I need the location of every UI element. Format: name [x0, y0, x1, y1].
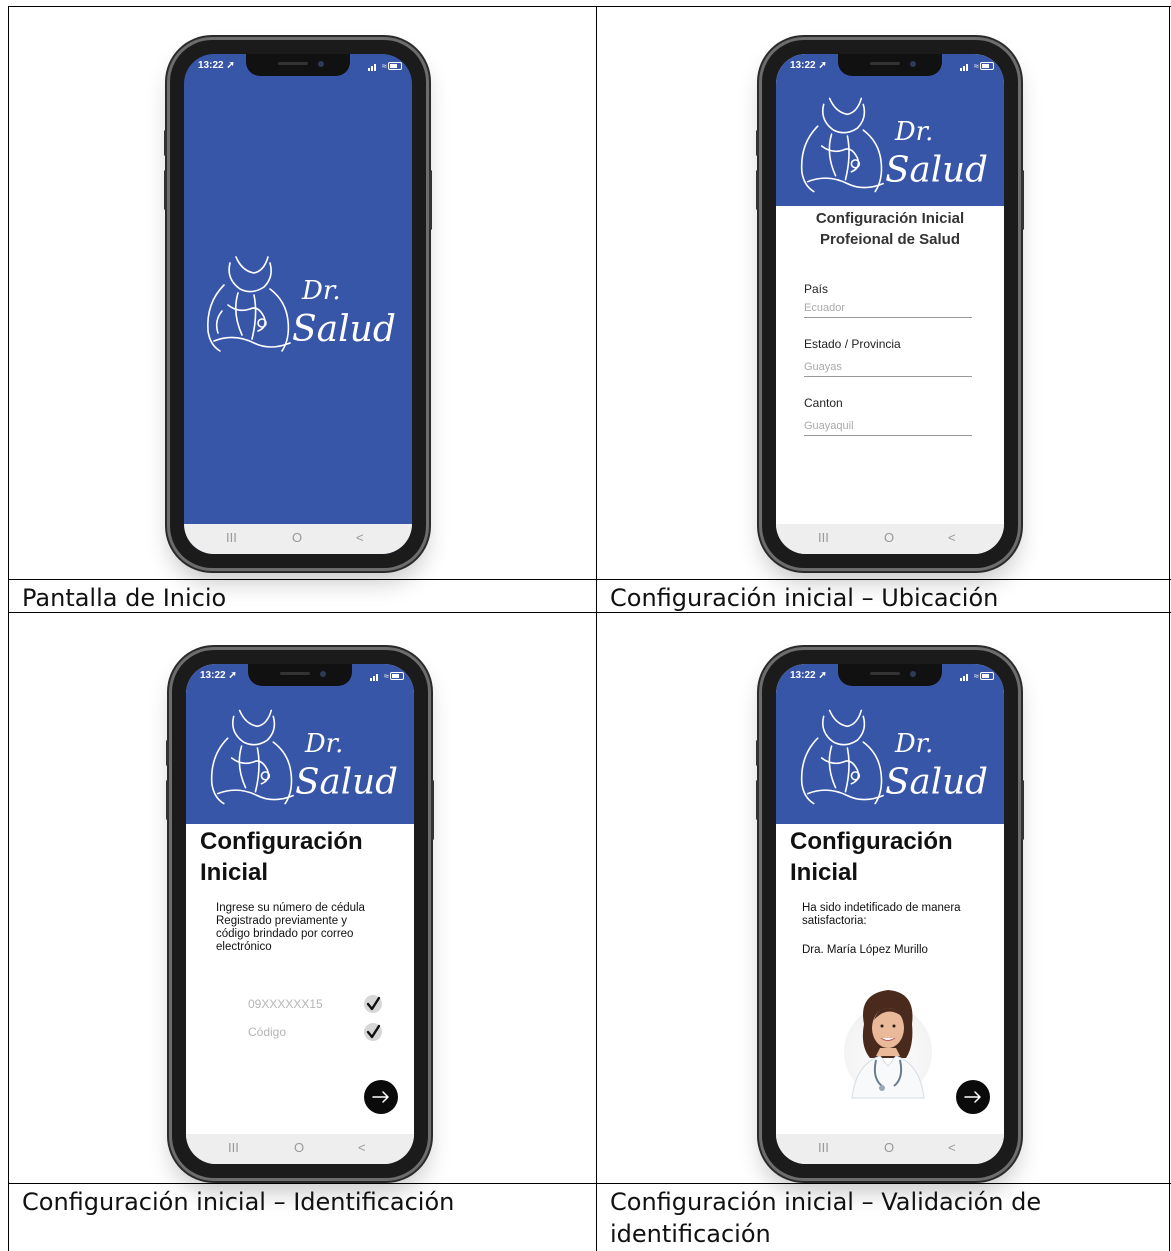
logo-dr: Dr.	[894, 117, 933, 147]
android-nav-bar: III O <	[776, 524, 1004, 554]
back-button[interactable]: <	[358, 1140, 366, 1155]
phone-splash: 13:22 ➚ ≈ Dr. Salud III O <	[164, 40, 432, 568]
home-button[interactable]: O	[884, 1140, 894, 1155]
success-line1: Ha sido indetificado de manera	[802, 902, 961, 914]
state-label: Estado / Provincia	[804, 337, 901, 351]
page-title-line1: Configuración	[790, 828, 953, 855]
back-button[interactable]: <	[948, 530, 956, 545]
instructions-line4: electrónico	[216, 941, 272, 953]
phone-validation: Dr. Salud 13:22 ➚ ≈ Configuración Inicia…	[756, 650, 1024, 1178]
form-title-line2: Profeional de Salud	[819, 231, 961, 248]
home-button[interactable]: O	[294, 1140, 304, 1155]
check-icon	[364, 995, 382, 1013]
back-button[interactable]: <	[948, 1140, 956, 1155]
instructions-line3: código brindado por correo	[216, 928, 354, 940]
logo-dr: Dr.	[304, 729, 343, 759]
android-nav-bar: III O <	[186, 1134, 414, 1164]
dr-salud-logo: Dr. Salud	[210, 709, 398, 805]
recent-apps-button[interactable]: III	[226, 530, 237, 545]
success-line2: satisfactoria:	[802, 915, 867, 927]
android-nav-bar: III O <	[776, 1134, 1004, 1164]
instructions-line2: Registrado previamente y	[216, 915, 348, 927]
id-number-input[interactable]: 09XXXXXX15	[248, 997, 323, 1011]
dr-salud-logo: Dr. Salud	[800, 97, 988, 193]
battery-icon	[980, 62, 994, 70]
grid-line-right	[1169, 6, 1170, 1251]
grid-line-top	[8, 6, 1171, 7]
state-input[interactable]: Guayas	[804, 361, 842, 373]
dr-salud-logo: Dr. Salud	[207, 256, 396, 352]
grid-line-mid3	[8, 1183, 1171, 1184]
logo-salud: Salud	[295, 762, 398, 803]
page-title-line2: Inicial	[200, 859, 269, 886]
phone-identification: Dr. Salud 13:22 ➚ ≈ Configuración Inicia…	[166, 650, 434, 1178]
android-nav-bar: III O <	[184, 524, 412, 554]
instructions-line1: Ingrese su número de cédula	[216, 902, 365, 914]
home-button[interactable]: O	[884, 530, 894, 545]
caption-validation-line1: Configuración inicial – Validación de	[610, 1188, 1042, 1216]
status-time: 13:22 ➚	[198, 60, 235, 71]
wifi-icon: ≈	[382, 61, 387, 71]
location-screen: Dr. Salud 13:22 ➚ ≈ Configuración Inicia…	[776, 54, 1004, 554]
status-icons: ≈	[368, 61, 402, 71]
logo-dr: Dr.	[301, 276, 341, 306]
logo-salud: Salud	[292, 309, 396, 350]
canton-input[interactable]: Guayaquil	[804, 420, 854, 432]
state-underline	[804, 376, 972, 377]
splash-screen: 13:22 ➚ ≈ Dr. Salud III O <	[184, 54, 412, 554]
grid-line-left	[8, 6, 9, 1251]
phone-location: Dr. Salud 13:22 ➚ ≈ Configuración Inicia…	[756, 40, 1024, 568]
recent-apps-button[interactable]: III	[818, 1140, 829, 1155]
arrow-right-icon	[372, 1091, 389, 1103]
grid-line-mid1	[8, 579, 1171, 580]
identification-screen: Dr. Salud 13:22 ➚ ≈ Configuración Inicia…	[186, 664, 414, 1164]
caption-splash: Pantalla de Inicio	[22, 584, 227, 612]
doctor-photo	[844, 990, 932, 1099]
logo-salud: Salud	[885, 150, 988, 191]
code-input[interactable]: Código	[248, 1025, 286, 1039]
validation-screen: Dr. Salud 13:22 ➚ ≈ Configuración Inicia…	[776, 664, 1004, 1164]
arrow-right-icon	[964, 1091, 981, 1103]
caption-validation-line2: identificación	[610, 1220, 771, 1248]
canton-label: Canton	[804, 396, 843, 410]
page-title-line1: Configuración	[200, 828, 363, 855]
recent-apps-button[interactable]: III	[818, 530, 829, 545]
caption-location: Configuración inicial – Ubicación	[610, 584, 999, 612]
battery-icon	[388, 62, 402, 70]
grid-line-center	[596, 6, 597, 1251]
caption-identification: Configuración inicial – Identificación	[22, 1188, 455, 1216]
battery-icon	[390, 672, 404, 680]
form-title-line1: Configuración Inicial	[815, 210, 965, 227]
page-title-line2: Inicial	[790, 859, 859, 886]
next-button[interactable]	[364, 1080, 398, 1114]
doctor-name: Dra. María López Murillo	[802, 944, 928, 956]
phone-side-button	[164, 130, 167, 156]
phone-side-button	[164, 170, 167, 210]
next-button[interactable]	[956, 1080, 990, 1114]
logo-dr: Dr.	[894, 729, 933, 759]
status-time: 13:22 ➚	[790, 60, 827, 71]
wifi-icon: ≈	[384, 671, 389, 681]
home-button[interactable]: O	[292, 530, 302, 545]
wifi-icon: ≈	[974, 61, 979, 71]
recent-apps-button[interactable]: III	[228, 1140, 239, 1155]
country-label: País	[804, 282, 829, 296]
battery-icon	[980, 672, 994, 680]
status-time: 13:22 ➚	[790, 670, 827, 681]
phone-notch	[246, 54, 350, 76]
check-icon	[364, 1023, 382, 1041]
phone-side-button	[429, 170, 432, 230]
country-underline	[804, 317, 972, 318]
back-button[interactable]: <	[356, 530, 364, 545]
dr-salud-logo: Dr. Salud	[800, 709, 988, 805]
wifi-icon: ≈	[974, 671, 979, 681]
canton-underline	[804, 435, 972, 436]
logo-salud: Salud	[885, 762, 988, 803]
status-time: 13:22 ➚	[200, 670, 237, 681]
country-input[interactable]: Ecuador	[804, 302, 845, 314]
brand-header: Dr. Salud	[776, 664, 1004, 824]
brand-header: Dr. Salud	[186, 664, 414, 824]
